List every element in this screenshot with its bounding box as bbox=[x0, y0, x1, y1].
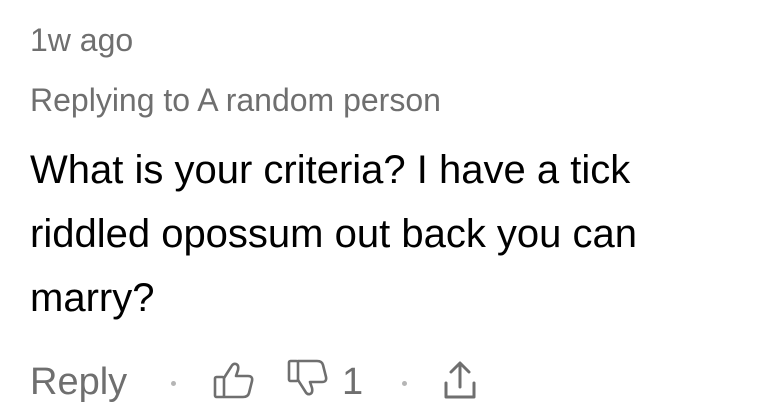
like-button[interactable] bbox=[212, 360, 256, 400]
reply-button[interactable]: Reply bbox=[30, 358, 127, 406]
comment-timestamp: 1w ago bbox=[30, 22, 134, 58]
thumbs-down-icon bbox=[287, 359, 328, 396]
comment-body: What is your criteria? I have a tick rid… bbox=[30, 148, 638, 320]
dislike-button[interactable] bbox=[286, 358, 330, 398]
comment-actions: Reply 1 bbox=[30, 352, 750, 412]
share-button[interactable] bbox=[440, 360, 480, 402]
share-icon bbox=[444, 361, 476, 399]
replying-to-label[interactable]: Replying to A random person bbox=[30, 80, 441, 120]
dislike-count: 1 bbox=[342, 361, 364, 403]
separator-dot bbox=[402, 381, 407, 386]
separator-dot bbox=[171, 381, 176, 386]
thumbs-up-icon bbox=[213, 362, 254, 399]
